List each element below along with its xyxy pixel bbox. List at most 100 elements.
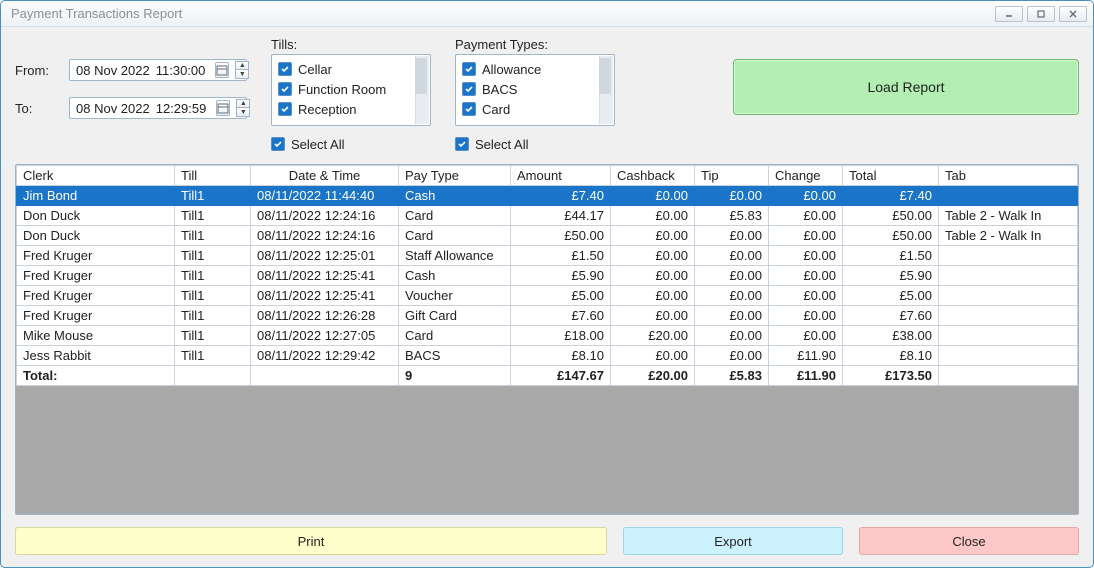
minimize-button[interactable] xyxy=(995,6,1023,22)
cell-total: £5.00 xyxy=(843,286,939,306)
cell-amount: £50.00 xyxy=(511,226,611,246)
cell-clerk: Fred Kruger xyxy=(17,266,175,286)
cell-clerk: Don Duck xyxy=(17,206,175,226)
to-datetime-picker[interactable]: 08 Nov 2022 12:29:59 ▲ ▼ xyxy=(69,97,247,119)
print-button[interactable]: Print xyxy=(15,527,607,555)
table-row[interactable]: Fred KrugerTill108/11/2022 12:25:41Vouch… xyxy=(17,286,1078,306)
cell-amount: £18.00 xyxy=(511,326,611,346)
table-row[interactable]: Fred KrugerTill108/11/2022 12:26:28Gift … xyxy=(17,306,1078,326)
close-button[interactable]: Close xyxy=(859,527,1079,555)
calendar-icon[interactable] xyxy=(216,100,230,116)
cell-amount: £1.50 xyxy=(511,246,611,266)
col-change[interactable]: Change xyxy=(769,166,843,186)
cell-change: £0.00 xyxy=(769,306,843,326)
cell-total: £8.10 xyxy=(843,346,939,366)
footer-buttons: Print Export Close xyxy=(15,527,1079,555)
col-datetime[interactable]: Date & Time xyxy=(251,166,399,186)
table-row[interactable]: Fred KrugerTill108/11/2022 12:25:41Cash£… xyxy=(17,266,1078,286)
payment-types-column: Payment Types: AllowanceBACSCard Select … xyxy=(455,37,615,154)
cell-tip: £0.00 xyxy=(695,306,769,326)
payment-types-item[interactable]: Card xyxy=(462,99,612,119)
cell-cashback: £0.00 xyxy=(611,286,695,306)
cell-tab xyxy=(939,186,1078,206)
cell-till: Till1 xyxy=(175,286,251,306)
scrollbar[interactable] xyxy=(415,56,429,124)
col-clerk[interactable]: Clerk xyxy=(17,166,175,186)
total-cell-change: £11.90 xyxy=(769,366,843,386)
cell-clerk: Fred Kruger xyxy=(17,306,175,326)
col-amount[interactable]: Amount xyxy=(511,166,611,186)
from-time-spinner[interactable]: ▲ ▼ xyxy=(235,61,249,79)
cell-total: £50.00 xyxy=(843,206,939,226)
to-time-value: 12:29:59 xyxy=(156,101,211,116)
results-grid[interactable]: Clerk Till Date & Time Pay Type Amount C… xyxy=(15,164,1079,515)
from-datetime-picker[interactable]: 08 Nov 2022 11:30:00 ▲ ▼ xyxy=(69,59,247,81)
cell-datetime: 08/11/2022 12:26:28 xyxy=(251,306,399,326)
scroll-thumb[interactable] xyxy=(599,58,611,94)
tills-listbox[interactable]: Cellar Function Room Reception xyxy=(271,54,431,126)
cell-total: £7.40 xyxy=(843,186,939,206)
checkbox-icon xyxy=(462,102,476,116)
table-row[interactable]: Jim BondTill108/11/2022 11:44:40Cash£7.4… xyxy=(17,186,1078,206)
cell-tab xyxy=(939,266,1078,286)
payment-types-listbox[interactable]: AllowanceBACSCard xyxy=(455,54,615,126)
cell-change: £0.00 xyxy=(769,206,843,226)
tills-item[interactable]: Function Room xyxy=(278,79,428,99)
total-cell-total: £173.50 xyxy=(843,366,939,386)
cell-amount: £5.90 xyxy=(511,266,611,286)
cell-clerk: Jess Rabbit xyxy=(17,346,175,366)
checkbox-icon xyxy=(462,82,476,96)
minimize-icon xyxy=(1004,9,1014,19)
scroll-thumb[interactable] xyxy=(415,58,427,94)
from-date-value: 08 Nov 2022 xyxy=(76,63,150,78)
spin-up-icon[interactable]: ▲ xyxy=(235,61,249,70)
cell-pay_type: Cash xyxy=(399,266,511,286)
cell-pay_type: Voucher xyxy=(399,286,511,306)
cell-till: Till1 xyxy=(175,346,251,366)
export-button[interactable]: Export xyxy=(623,527,843,555)
spin-up-icon[interactable]: ▲ xyxy=(236,99,250,108)
cell-pay_type: Gift Card xyxy=(399,306,511,326)
to-time-spinner[interactable]: ▲ ▼ xyxy=(236,99,250,117)
tills-item[interactable]: Reception xyxy=(278,99,428,119)
payment-types-select-all[interactable]: Select All xyxy=(455,134,615,154)
scrollbar[interactable] xyxy=(599,56,613,124)
cell-tab: Table 2 - Walk In xyxy=(939,206,1078,226)
col-paytype[interactable]: Pay Type xyxy=(399,166,511,186)
cell-tip: £0.00 xyxy=(695,286,769,306)
cell-datetime: 08/11/2022 12:24:16 xyxy=(251,226,399,246)
table-row[interactable]: Mike MouseTill108/11/2022 12:27:05Card£1… xyxy=(17,326,1078,346)
cell-clerk: Don Duck xyxy=(17,226,175,246)
tills-item[interactable]: Cellar xyxy=(278,59,428,79)
payment-types-item[interactable]: BACS xyxy=(462,79,612,99)
col-tab[interactable]: Tab xyxy=(939,166,1078,186)
tills-select-all[interactable]: Select All xyxy=(271,134,431,154)
table-row[interactable]: Jess RabbitTill108/11/2022 12:29:42BACS£… xyxy=(17,346,1078,366)
from-time-value: 11:30:00 xyxy=(156,63,210,78)
cell-cashback: £0.00 xyxy=(611,226,695,246)
spin-down-icon[interactable]: ▼ xyxy=(236,108,250,117)
cell-cashback: £0.00 xyxy=(611,246,695,266)
close-window-button[interactable] xyxy=(1059,6,1087,22)
cell-clerk: Fred Kruger xyxy=(17,246,175,266)
cell-datetime: 08/11/2022 12:25:01 xyxy=(251,246,399,266)
maximize-button[interactable] xyxy=(1027,6,1055,22)
load-report-button[interactable]: Load Report xyxy=(733,59,1079,115)
col-cashback[interactable]: Cashback xyxy=(611,166,695,186)
table-row[interactable]: Don DuckTill108/11/2022 12:24:16Card£50.… xyxy=(17,226,1078,246)
col-total[interactable]: Total xyxy=(843,166,939,186)
col-tip[interactable]: Tip xyxy=(695,166,769,186)
col-till[interactable]: Till xyxy=(175,166,251,186)
cell-change: £0.00 xyxy=(769,226,843,246)
total-cell-amount: £147.67 xyxy=(511,366,611,386)
cell-amount: £8.10 xyxy=(511,346,611,366)
table-header-row[interactable]: Clerk Till Date & Time Pay Type Amount C… xyxy=(17,166,1078,186)
tills-item-label: Function Room xyxy=(298,82,386,97)
payment-types-item[interactable]: Allowance xyxy=(462,59,612,79)
spin-down-icon[interactable]: ▼ xyxy=(235,70,249,79)
table-row[interactable]: Fred KrugerTill108/11/2022 12:25:01Staff… xyxy=(17,246,1078,266)
cell-tab: Table 2 - Walk In xyxy=(939,226,1078,246)
table-row[interactable]: Don DuckTill108/11/2022 12:24:16Card£44.… xyxy=(17,206,1078,226)
calendar-icon[interactable] xyxy=(215,62,229,78)
cell-till: Till1 xyxy=(175,266,251,286)
